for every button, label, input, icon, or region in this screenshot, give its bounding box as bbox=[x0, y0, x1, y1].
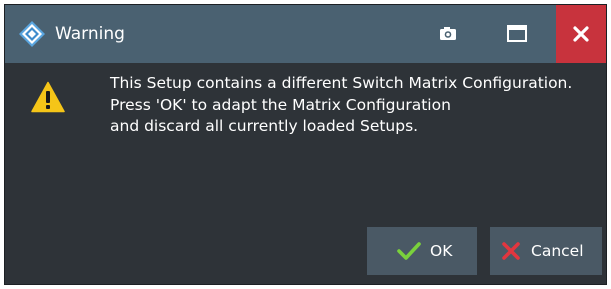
window-title: Warning bbox=[55, 24, 125, 44]
screenshot-button[interactable] bbox=[426, 5, 470, 63]
cancel-x-icon bbox=[502, 242, 520, 260]
warning-message: This Setup contains a different Switch M… bbox=[110, 73, 600, 138]
checkmark-icon bbox=[397, 242, 421, 260]
maximize-button[interactable] bbox=[495, 5, 539, 63]
title-bar[interactable]: Warning bbox=[5, 5, 606, 63]
warning-triangle-icon bbox=[31, 81, 65, 113]
message-line: This Setup contains a different Switch M… bbox=[110, 74, 573, 92]
close-icon bbox=[573, 26, 589, 42]
dialog-content: This Setup contains a different Switch M… bbox=[5, 63, 606, 284]
cancel-button[interactable]: Cancel bbox=[490, 227, 602, 275]
message-line: and discard all currently loaded Setups. bbox=[110, 117, 419, 135]
cancel-label: Cancel bbox=[531, 242, 584, 260]
warning-dialog: Warning This Setup contains a different … bbox=[4, 4, 607, 285]
message-line: Press 'OK' to adapt the Matrix Configura… bbox=[110, 95, 451, 114]
maximize-icon bbox=[507, 25, 527, 42]
ok-button[interactable]: OK bbox=[367, 227, 477, 275]
camera-icon bbox=[440, 27, 456, 40]
rs-logo-icon bbox=[19, 21, 45, 47]
ok-label: OK bbox=[430, 242, 453, 260]
close-button[interactable] bbox=[556, 5, 606, 63]
